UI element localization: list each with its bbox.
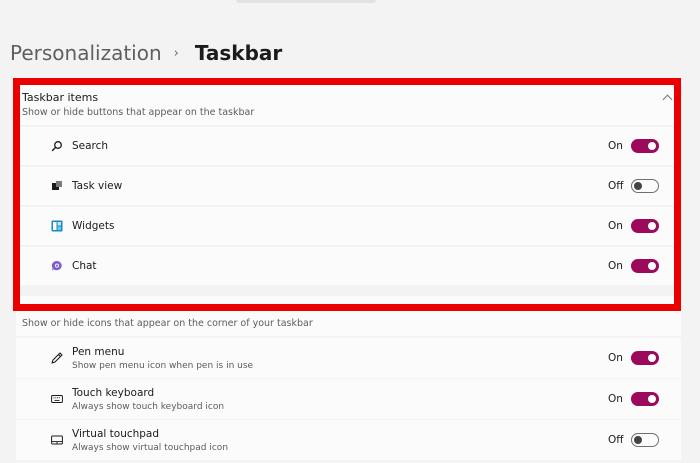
search-toggle[interactable] xyxy=(631,139,659,153)
taskbar-items-section: Taskbar items Show or hide buttons that … xyxy=(16,85,681,290)
row-label: Virtual touchpad xyxy=(72,428,160,440)
taskbar-corner-icons-section: Show or hide icons that appear on the co… xyxy=(16,296,681,463)
row-label: Task view xyxy=(72,180,123,192)
breadcrumb: Personalization › Taskbar xyxy=(10,38,282,68)
section-subtitle: Show or hide icons that appear on the co… xyxy=(22,318,313,329)
toggle-state: On xyxy=(608,260,623,272)
row-description: Always show virtual touchpad icon xyxy=(72,443,229,453)
page-title: Taskbar xyxy=(194,41,283,65)
taskbar-items-header[interactable]: Taskbar items Show or hide buttons that … xyxy=(16,85,681,125)
row-description: Always show touch keyboard icon xyxy=(72,402,225,412)
keyboard-icon xyxy=(51,393,63,405)
section-title: Taskbar items xyxy=(22,91,99,104)
toggle-knob xyxy=(648,395,656,403)
toggle-state: Off xyxy=(608,434,624,446)
top-scroll-indicator xyxy=(236,0,376,3)
toggle-state: On xyxy=(608,393,623,405)
toggle-state: Off xyxy=(608,180,624,192)
task-view-icon xyxy=(51,180,63,192)
toggle-state: On xyxy=(608,140,623,152)
list-item: Widgets On xyxy=(16,207,681,245)
touch-keyboard-toggle[interactable] xyxy=(631,392,659,406)
row-label: Chat xyxy=(72,260,97,272)
section-subtitle: Show or hide buttons that appear on the … xyxy=(22,107,255,118)
chat-icon xyxy=(51,260,63,272)
list-item: Task view Off xyxy=(16,167,681,205)
toggle-knob xyxy=(634,182,642,190)
toggle-knob xyxy=(634,436,642,444)
touchpad-icon xyxy=(51,434,63,446)
task-view-toggle[interactable] xyxy=(631,179,659,193)
list-item: Chat On xyxy=(16,247,681,285)
row-label: Pen menu xyxy=(72,346,125,358)
chevron-up-icon[interactable] xyxy=(662,94,673,105)
virtual-touchpad-toggle[interactable] xyxy=(631,433,659,447)
toggle-state: On xyxy=(608,220,623,232)
toggle-knob xyxy=(648,142,656,150)
breadcrumb-separator-icon: › xyxy=(173,45,179,61)
chat-toggle[interactable] xyxy=(631,259,659,273)
list-item: Touch keyboard Always show touch keyboar… xyxy=(16,379,681,419)
breadcrumb-parent[interactable]: Personalization xyxy=(10,41,162,65)
pen-menu-toggle[interactable] xyxy=(631,351,659,365)
row-label: Touch keyboard xyxy=(72,387,155,399)
pen-icon xyxy=(51,352,63,364)
widgets-toggle[interactable] xyxy=(631,219,659,233)
list-item: Virtual touchpad Always show virtual tou… xyxy=(16,420,681,460)
corner-icons-header[interactable]: Show or hide icons that appear on the co… xyxy=(16,296,681,336)
chevron-down-icon[interactable] xyxy=(662,300,673,311)
list-item: Pen menu Show pen menu icon when pen is … xyxy=(16,338,681,378)
search-icon xyxy=(51,140,63,152)
row-label: Widgets xyxy=(72,220,115,232)
list-item: Search On xyxy=(16,127,681,165)
row-description: Show pen menu icon when pen is in use xyxy=(72,361,254,371)
toggle-knob xyxy=(648,354,656,362)
toggle-knob xyxy=(648,222,656,230)
row-label: Search xyxy=(72,140,109,152)
toggle-state: On xyxy=(608,352,623,364)
toggle-knob xyxy=(648,262,656,270)
widgets-icon xyxy=(51,220,63,232)
